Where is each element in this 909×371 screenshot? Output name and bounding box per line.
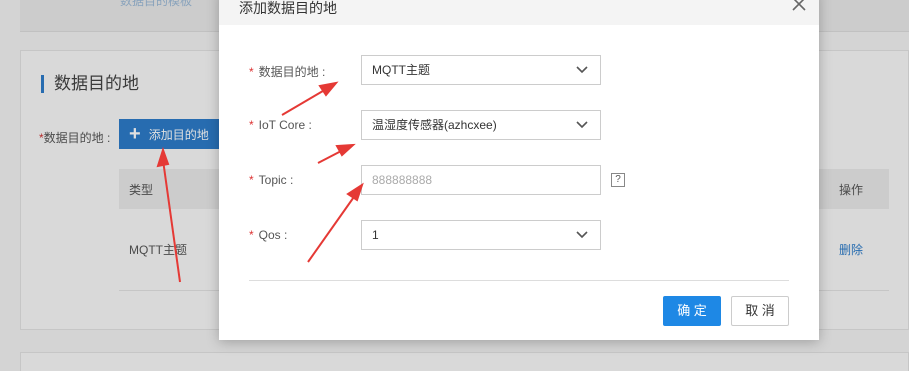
- topic-field-label: * Topic :: [249, 173, 294, 187]
- chevron-down-icon: [576, 121, 588, 129]
- confirm-button[interactable]: 确 定: [663, 296, 721, 326]
- iot-core-row: * IoT Core : 温湿度传感器(azhcxee): [249, 110, 789, 140]
- qos-row: * Qos : 1: [249, 220, 789, 250]
- dialog-title: 添加数据目的地: [239, 0, 337, 16]
- close-icon[interactable]: [791, 0, 807, 12]
- destination-field-label: * 数据目的地 :: [249, 65, 326, 79]
- add-destination-dialog: 添加数据目的地 * 数据目的地 : MQTT主题 * IoT Core : 温湿度传…: [219, 0, 819, 340]
- cancel-button[interactable]: 取 消: [731, 296, 789, 326]
- chevron-down-icon: [576, 66, 588, 74]
- topic-row: *Topic : ?: [249, 165, 789, 195]
- help-icon[interactable]: ?: [611, 173, 625, 187]
- topic-input[interactable]: [361, 165, 601, 195]
- chevron-down-icon: [576, 231, 588, 239]
- qos-field-label: * Qos :: [249, 228, 288, 242]
- destination-row: * 数据目的地 : MQTT主题: [249, 55, 789, 85]
- iot-core-select[interactable]: 温湿度传感器(azhcxee): [361, 110, 601, 140]
- qos-select[interactable]: 1: [361, 220, 601, 250]
- destination-select[interactable]: MQTT主题: [361, 55, 601, 85]
- iot-core-field-label: * IoT Core :: [249, 118, 312, 132]
- dialog-header: 添加数据目的地: [219, 0, 819, 25]
- dialog-divider: [249, 280, 789, 281]
